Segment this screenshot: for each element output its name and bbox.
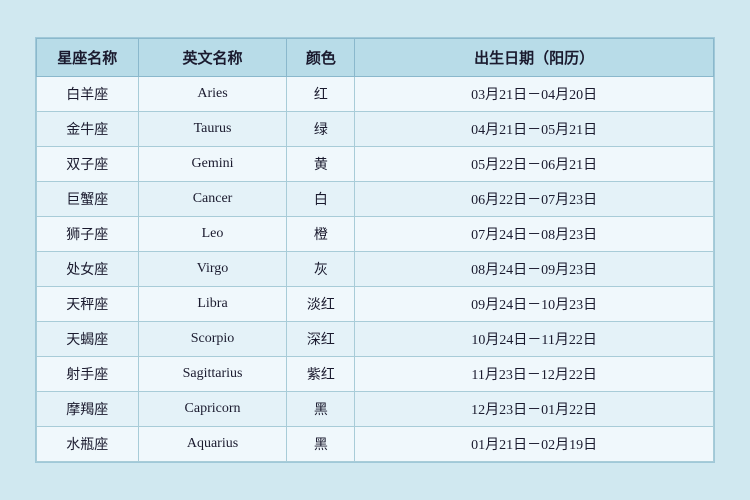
cell-color: 白 [287, 182, 355, 217]
cell-english: Capricorn [138, 392, 287, 427]
cell-chinese: 巨蟹座 [37, 182, 139, 217]
table-body: 白羊座Aries红03月21日－04月20日金牛座Taurus绿04月21日－0… [37, 77, 714, 462]
cell-english: Cancer [138, 182, 287, 217]
table-row: 白羊座Aries红03月21日－04月20日 [37, 77, 714, 112]
cell-color: 黄 [287, 147, 355, 182]
table-row: 水瓶座Aquarius黑01月21日－02月19日 [37, 427, 714, 462]
cell-color: 紫红 [287, 357, 355, 392]
zodiac-table: 星座名称 英文名称 颜色 出生日期（阳历） 白羊座Aries红03月21日－04… [36, 38, 714, 462]
table-row: 巨蟹座Cancer白06月22日－07月23日 [37, 182, 714, 217]
cell-english: Aquarius [138, 427, 287, 462]
cell-date: 01月21日－02月19日 [355, 427, 714, 462]
table-row: 金牛座Taurus绿04月21日－05月21日 [37, 112, 714, 147]
cell-english: Leo [138, 217, 287, 252]
cell-english: Libra [138, 287, 287, 322]
cell-english: Taurus [138, 112, 287, 147]
cell-chinese: 射手座 [37, 357, 139, 392]
header-date: 出生日期（阳历） [355, 39, 714, 77]
cell-date: 12月23日－01月22日 [355, 392, 714, 427]
cell-color: 淡红 [287, 287, 355, 322]
cell-chinese: 双子座 [37, 147, 139, 182]
table-header-row: 星座名称 英文名称 颜色 出生日期（阳历） [37, 39, 714, 77]
cell-english: Gemini [138, 147, 287, 182]
cell-chinese: 狮子座 [37, 217, 139, 252]
cell-chinese: 天秤座 [37, 287, 139, 322]
cell-color: 黑 [287, 427, 355, 462]
table-row: 天秤座Libra淡红09月24日－10月23日 [37, 287, 714, 322]
cell-date: 05月22日－06月21日 [355, 147, 714, 182]
header-english: 英文名称 [138, 39, 287, 77]
cell-date: 10月24日－11月22日 [355, 322, 714, 357]
cell-english: Sagittarius [138, 357, 287, 392]
cell-chinese: 摩羯座 [37, 392, 139, 427]
header-chinese: 星座名称 [37, 39, 139, 77]
cell-date: 08月24日－09月23日 [355, 252, 714, 287]
cell-color: 红 [287, 77, 355, 112]
cell-chinese: 水瓶座 [37, 427, 139, 462]
table-row: 射手座Sagittarius紫红11月23日－12月22日 [37, 357, 714, 392]
cell-english: Virgo [138, 252, 287, 287]
table-row: 双子座Gemini黄05月22日－06月21日 [37, 147, 714, 182]
cell-color: 橙 [287, 217, 355, 252]
table-row: 处女座Virgo灰08月24日－09月23日 [37, 252, 714, 287]
cell-color: 深红 [287, 322, 355, 357]
table-row: 天蝎座Scorpio深红10月24日－11月22日 [37, 322, 714, 357]
cell-color: 黑 [287, 392, 355, 427]
cell-color: 灰 [287, 252, 355, 287]
table-row: 摩羯座Capricorn黑12月23日－01月22日 [37, 392, 714, 427]
table-row: 狮子座Leo橙07月24日－08月23日 [37, 217, 714, 252]
cell-chinese: 处女座 [37, 252, 139, 287]
cell-date: 06月22日－07月23日 [355, 182, 714, 217]
cell-date: 07月24日－08月23日 [355, 217, 714, 252]
cell-chinese: 天蝎座 [37, 322, 139, 357]
cell-chinese: 金牛座 [37, 112, 139, 147]
cell-chinese: 白羊座 [37, 77, 139, 112]
zodiac-table-container: 星座名称 英文名称 颜色 出生日期（阳历） 白羊座Aries红03月21日－04… [35, 37, 715, 463]
cell-date: 03月21日－04月20日 [355, 77, 714, 112]
cell-color: 绿 [287, 112, 355, 147]
cell-date: 11月23日－12月22日 [355, 357, 714, 392]
cell-date: 09月24日－10月23日 [355, 287, 714, 322]
cell-english: Scorpio [138, 322, 287, 357]
cell-english: Aries [138, 77, 287, 112]
header-color: 颜色 [287, 39, 355, 77]
cell-date: 04月21日－05月21日 [355, 112, 714, 147]
